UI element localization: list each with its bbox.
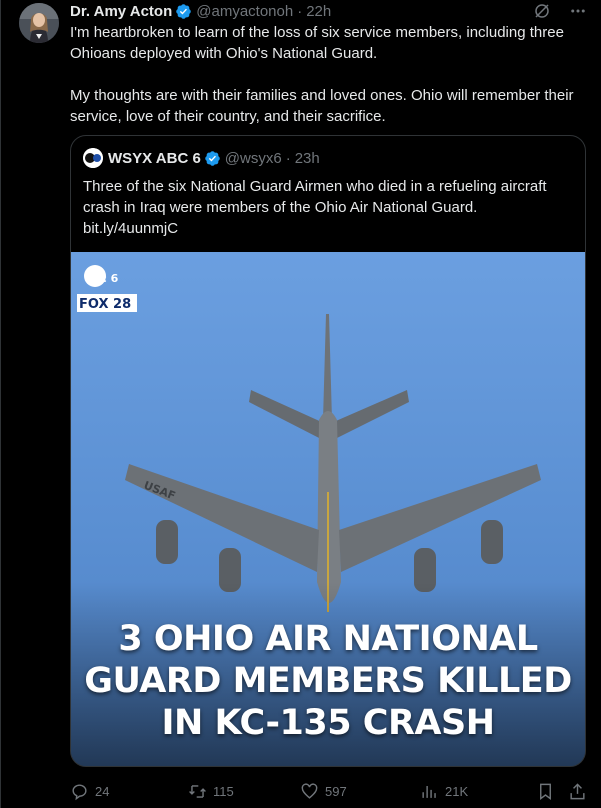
quote-header: WSYX ABC 6 @wsyx6 · 23h <box>83 148 573 168</box>
more-dots-icon[interactable] <box>569 2 587 20</box>
logo-bottom-text: FOX 28 <box>79 297 131 312</box>
header-actions <box>533 2 587 20</box>
share-icon <box>568 782 587 801</box>
reply-count: 24 <box>95 783 110 799</box>
tweet-card[interactable]: Dr. Amy Acton @amyactonoh · 22h I'm hear… <box>0 0 601 808</box>
media-headline: 3 OHIO AIR NATIONAL GUARD MEMBERS KILLED… <box>71 618 585 744</box>
grok-icon[interactable] <box>533 2 551 20</box>
views-icon <box>420 782 439 801</box>
station-logo: abc 6 FOX 28 <box>77 256 141 314</box>
author-handle[interactable]: @amyactonoh <box>196 3 293 20</box>
tweet-paragraph-1: I'm heartbroken to learn of the loss of … <box>70 24 564 62</box>
repost-button[interactable]: 115 <box>188 782 300 801</box>
quote-link[interactable]: bit.ly/4uunmjC <box>83 218 573 239</box>
quote-timestamp: 23h <box>294 149 320 167</box>
author-avatar[interactable] <box>19 3 59 43</box>
quote-avatar <box>83 148 103 168</box>
headline-line-2: GUARD MEMBERS KILLED <box>84 661 572 701</box>
reply-icon <box>70 782 89 801</box>
quote-text: Three of the six National Guard Airmen w… <box>83 176 573 239</box>
quoted-tweet[interactable]: WSYX ABC 6 @wsyx6 · 23h Three of the six… <box>70 135 586 767</box>
like-button[interactable]: 597 <box>300 782 420 801</box>
reply-button[interactable]: 24 <box>70 782 188 801</box>
quote-separator: · <box>285 149 291 167</box>
repost-count: 115 <box>213 783 234 799</box>
avatar-photo <box>19 3 59 43</box>
verified-badge-icon <box>175 3 192 20</box>
logo-top-text: abc 6 <box>85 272 119 285</box>
views-button[interactable]: 21K <box>420 782 536 801</box>
author-name[interactable]: Dr. Amy Acton <box>70 3 172 20</box>
quote-author-name[interactable]: WSYX ABC 6 <box>108 150 201 167</box>
tweet-timestamp[interactable]: 22h <box>306 3 331 20</box>
quote-body: Three of the six National Guard Airmen w… <box>83 178 547 216</box>
headline-line-1: 3 OHIO AIR NATIONAL <box>118 619 538 659</box>
tweet-actions: 24 115 597 21K <box>70 780 590 802</box>
repost-icon <box>188 782 207 801</box>
quote-verified-badge-icon <box>204 150 221 167</box>
tweet-paragraph-2: My thoughts are with their families and … <box>70 87 574 125</box>
views-count: 21K <box>445 783 469 799</box>
quote-author-handle: @wsyx6 <box>224 149 282 167</box>
header-separator: · <box>297 2 303 20</box>
tweet-text: I'm heartbroken to learn of the loss of … <box>70 22 590 127</box>
quote-media-image[interactable]: USAF abc 6 FOX 28 3 OHIO AIR NATIONAL GU… <box>71 252 585 766</box>
bookmark-button[interactable] <box>536 782 568 801</box>
heart-icon <box>300 782 319 801</box>
headline-line-3: IN KC-135 CRASH <box>161 703 495 743</box>
like-count: 597 <box>325 783 347 799</box>
bookmark-icon <box>536 782 555 801</box>
share-button[interactable] <box>568 782 590 801</box>
tweet-header: Dr. Amy Acton @amyactonoh · 22h <box>70 1 587 21</box>
